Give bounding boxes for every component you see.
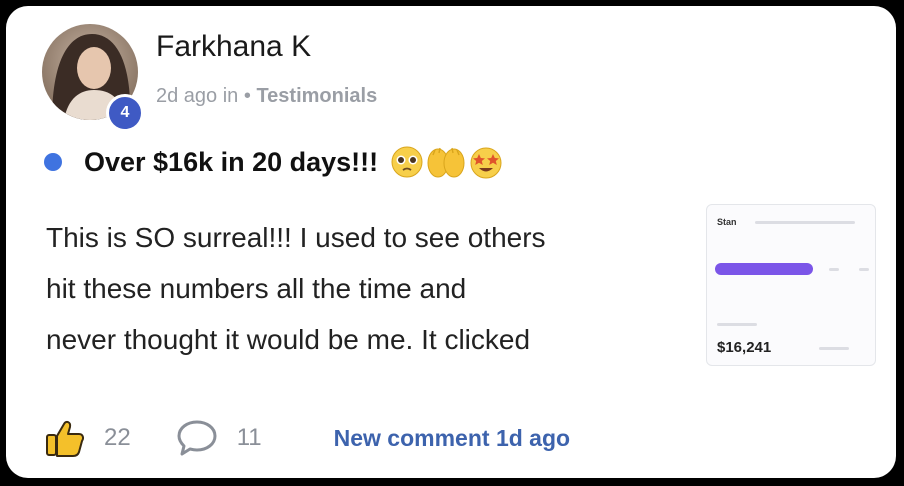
thumbnail-percent-bar [819,347,849,350]
thumbnail-line [717,323,757,326]
post-body-line: This is SO surreal!!! I used to see othe… [46,222,546,253]
title-emojis [390,145,506,179]
meta-separator: • [243,85,251,107]
author-avatar-wrap[interactable]: 4 [42,24,144,132]
thumbnail-line [859,268,869,271]
post-body-line: never thought it would be me. It clicked [46,324,531,355]
level-badge: 4 [106,94,144,132]
comment-count: 11 [236,424,262,451]
category-link[interactable]: Testimonials [256,85,377,107]
post-time: 2d ago in [156,85,239,107]
comment-bubble-icon[interactable] [175,418,219,458]
thumbnail-highlight-bar [715,263,813,275]
new-comment-link[interactable]: New comment 1d ago [334,425,570,452]
thumbnail-title: Stan [717,217,737,227]
post-meta: 2d ago in • Testimonials [156,84,377,108]
author-name[interactable]: Farkhana K [156,30,311,64]
post-title[interactable]: Over $16k in 20 days!!! [84,146,378,178]
thumbnail-amount: $16,241 [717,339,772,356]
thumbnail-header-line [755,221,855,224]
post-image-thumbnail[interactable]: Stan $16,241 [706,204,876,366]
post-body-line: hit these numbers all the time and [46,273,467,304]
star-struck-icon [470,147,502,179]
thumbnail-line [829,268,839,271]
raised-hands-icon [427,147,465,178]
post-title-row[interactable]: Over $16k in 20 days!!! [44,142,506,182]
like-count: 22 [104,424,131,451]
thumbs-up-icon[interactable] [44,417,86,459]
post-card[interactable]: 4 Farkhana K 2d ago in • Testimonials Ov… [6,6,896,478]
post-footer: 22 11 New comment 1d ago [44,416,570,460]
unread-dot-icon [44,153,62,171]
pleading-face-icon [391,146,423,178]
post-body[interactable]: This is SO surreal!!! I used to see othe… [46,212,696,365]
